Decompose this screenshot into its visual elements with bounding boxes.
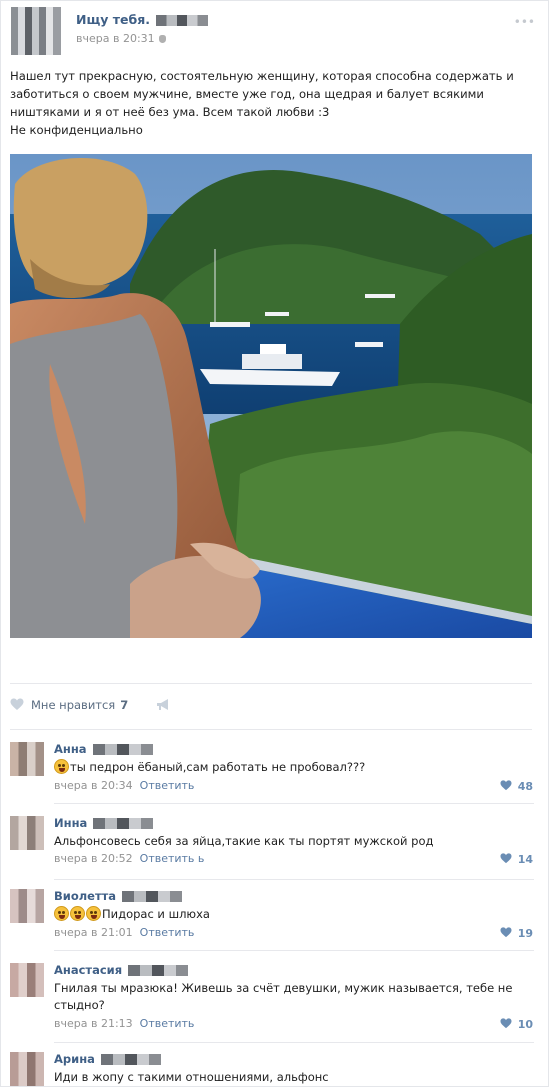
pixelated-name bbox=[93, 818, 154, 829]
pixelated-name bbox=[128, 965, 189, 976]
comment-author[interactable]: Анна bbox=[54, 742, 153, 756]
comment-like-count: 19 bbox=[517, 927, 533, 940]
comment-text: Пидорас и шлюха bbox=[54, 906, 524, 923]
comment-meta: вчера в 20:52 Ответить ь bbox=[54, 852, 204, 865]
comment-like-button[interactable]: 19 bbox=[500, 927, 533, 940]
author-avatar[interactable] bbox=[11, 7, 61, 55]
comment-like-count: 48 bbox=[517, 780, 533, 793]
comment: Анастасия Гнилая ты мразюка! Живешь за с… bbox=[10, 963, 534, 1043]
comment-meta: вчера в 20:34 Ответить bbox=[54, 779, 194, 792]
comment: Арина Иди в жопу с такими отношениями, а… bbox=[10, 1052, 534, 1087]
likes-separator-bottom bbox=[10, 729, 532, 730]
post-text: Нашел тут прекрасную, состоятельную женщ… bbox=[10, 67, 538, 139]
heart-icon bbox=[500, 853, 512, 864]
face-screaming-emoji-icon bbox=[54, 759, 69, 774]
vk-post-page: Ищу тебя. вчера в 20:31 ••• Нашел тут пр… bbox=[0, 0, 549, 1087]
like-label[interactable]: Мне нравится bbox=[31, 698, 115, 712]
comment-author-name[interactable]: Инна bbox=[54, 816, 87, 830]
comment-avatar[interactable] bbox=[10, 742, 44, 776]
comment-avatar[interactable] bbox=[10, 816, 44, 850]
heart-icon bbox=[10, 698, 24, 710]
comment-time[interactable]: вчера в 20:34 bbox=[54, 779, 133, 792]
comment-author-name[interactable]: Анна bbox=[54, 742, 87, 756]
like-button[interactable]: Мне нравится 7 bbox=[10, 698, 132, 712]
comment-text: ты педрон ёбаный,сам работать не пробова… bbox=[54, 759, 524, 776]
heart-icon bbox=[500, 1018, 512, 1029]
comment-avatar[interactable] bbox=[10, 1052, 44, 1086]
face-screaming-emoji-icon bbox=[54, 906, 69, 921]
pixelated-name bbox=[156, 15, 209, 26]
comment-text-content: ты педрон ёбаный,сам работать не пробова… bbox=[70, 760, 366, 774]
reply-link[interactable]: Ответить bbox=[140, 1017, 195, 1030]
face-screaming-emoji-icon bbox=[70, 906, 85, 921]
comment-text: Иди в жопу с такими отношениями, альфонс bbox=[54, 1069, 524, 1086]
comment-separator bbox=[54, 1042, 534, 1043]
post-time[interactable]: вчера в 20:31 bbox=[76, 32, 166, 45]
post-time-text[interactable]: вчера в 20:31 bbox=[76, 32, 155, 45]
photo-illustration bbox=[10, 154, 532, 638]
comment: Анна ты педрон ёбаный,сам работать не пр… bbox=[10, 742, 534, 804]
comment-text-content: Пидорас и шлюха bbox=[102, 907, 210, 921]
apple-icon bbox=[158, 35, 166, 43]
post-author-name[interactable]: Ищу тебя. bbox=[76, 12, 150, 27]
comment-author[interactable]: Инна bbox=[54, 816, 154, 830]
reply-link[interactable]: Ответить ь bbox=[140, 852, 205, 865]
post-header: Ищу тебя. вчера в 20:31 ••• bbox=[11, 7, 541, 55]
comment-avatar[interactable] bbox=[10, 889, 44, 923]
post-photo[interactable] bbox=[10, 154, 532, 638]
post-text-line: Не конфиденциально bbox=[10, 123, 143, 137]
comment-separator bbox=[54, 803, 534, 804]
comment-like-count: 10 bbox=[517, 1018, 533, 1031]
comment-text: Гнилая ты мразюка! Живешь за счёт девушк… bbox=[54, 980, 524, 1014]
heart-icon bbox=[500, 927, 512, 938]
like-count: 7 bbox=[120, 698, 129, 712]
comment-like-button[interactable]: 14 bbox=[500, 853, 533, 866]
comment-text-content: Гнилая ты мразюка! Живешь за счёт девушк… bbox=[54, 981, 513, 1012]
likes-separator bbox=[10, 683, 532, 684]
megaphone-icon[interactable] bbox=[156, 698, 171, 711]
post-text-line: ништяками и я от неё без ума. Всем такой… bbox=[10, 105, 330, 119]
comment-time[interactable]: вчера в 20:52 bbox=[54, 852, 133, 865]
pixelated-name bbox=[92, 744, 153, 755]
pixelated-name bbox=[122, 891, 183, 902]
comment-time[interactable]: вчера в 21:13 bbox=[54, 1017, 133, 1030]
reply-link[interactable]: Ответить bbox=[140, 779, 195, 792]
comment-author[interactable]: Арина bbox=[54, 1052, 161, 1066]
heart-icon bbox=[500, 780, 512, 791]
likes-bar: Мне нравится 7 bbox=[10, 698, 171, 716]
comment-like-button[interactable]: 48 bbox=[500, 780, 533, 793]
comment-like-button[interactable]: 10 bbox=[500, 1018, 533, 1031]
comment-avatar[interactable] bbox=[10, 963, 44, 997]
comment-separator bbox=[54, 879, 534, 880]
reply-link[interactable]: Ответить bbox=[140, 926, 195, 939]
comment-like-count: 14 bbox=[517, 853, 533, 866]
comment: Инна Альфонсовесь себя за яйца,такие как… bbox=[10, 816, 534, 880]
face-screaming-emoji-icon bbox=[86, 906, 101, 921]
comment-time[interactable]: вчера в 21:01 bbox=[54, 926, 133, 939]
comment-separator bbox=[54, 950, 534, 951]
comment-author-name[interactable]: Арина bbox=[54, 1052, 95, 1066]
comment-text-content: Иди в жопу с такими отношениями, альфонс bbox=[54, 1070, 329, 1084]
comment-author-name[interactable]: Анастасия bbox=[54, 963, 122, 977]
comment: Виолетта Пидорас и шлюха вчера в 21:01 От… bbox=[10, 889, 534, 951]
comment-text: Альфонсовесь себя за яйца,такие как ты п… bbox=[54, 833, 524, 850]
dots-icon[interactable]: ••• bbox=[514, 15, 535, 29]
comment-text-content: Альфонсовесь себя за яйца,такие как ты п… bbox=[54, 834, 434, 848]
comment-author[interactable]: Анастасия bbox=[54, 963, 189, 977]
post-text-line: заботиться о своем мужчине, вместе уже г… bbox=[10, 87, 484, 101]
comment-meta: вчера в 21:01 Ответить bbox=[54, 926, 194, 939]
post-author[interactable]: Ищу тебя. bbox=[76, 12, 209, 27]
comment-meta: вчера в 21:13 Ответить bbox=[54, 1017, 194, 1030]
comment-author-name[interactable]: Виолетта bbox=[54, 889, 116, 903]
comment-author[interactable]: Виолетта bbox=[54, 889, 183, 903]
pixelated-name bbox=[100, 1054, 161, 1065]
post-text-line: Нашел тут прекрасную, состоятельную женщ… bbox=[10, 69, 514, 83]
